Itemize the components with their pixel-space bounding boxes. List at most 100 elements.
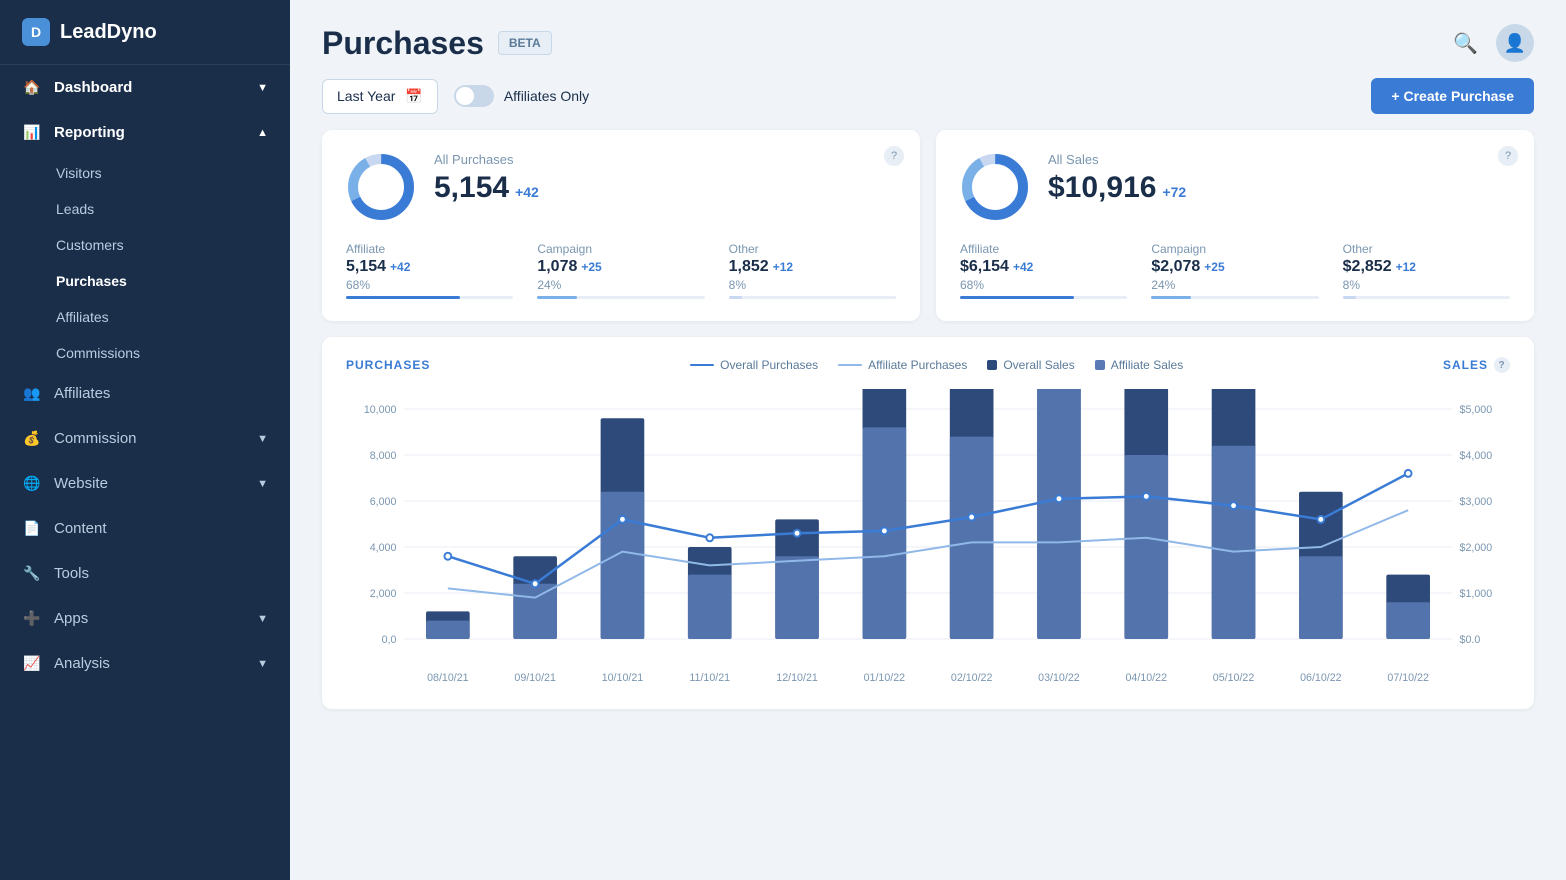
legend-square-affiliate-sales [1095,360,1105,370]
search-icon: 🔍 [1453,33,1478,55]
date-filter[interactable]: Last Year 📅 [322,79,438,114]
svg-text:$1,000: $1,000 [1460,588,1493,600]
chevron-down-icon: ▼ [257,82,268,94]
sales-other: Other $2,852+12 8% [1343,242,1510,299]
svg-text:12/10/21: 12/10/21 [776,672,818,684]
date-filter-label: Last Year [337,88,395,104]
calendar-icon: 📅 [405,88,422,105]
sidebar-item-customers[interactable]: Customers [0,227,290,263]
sidebar: D LeadDyno 🏠 Dashboard ▼ 📊 Reporting ▲ V… [0,0,290,880]
svg-text:8,000: 8,000 [370,450,397,462]
sidebar-item-leads[interactable]: Leads [0,191,290,227]
reporting-icon: 📊 [22,124,42,141]
chart-card: PURCHASES Overall Purchases Affiliate Pu… [322,337,1534,709]
purchases-campaign: Campaign 1,078+25 24% [537,242,704,299]
chevron-right-icon: ▼ [257,433,268,445]
legend-line-overall [690,364,714,366]
purchases-stat-card: ? All Purchases 5,154 +42 [322,130,920,321]
sidebar-label-leads: Leads [56,201,94,217]
sidebar-item-apps[interactable]: ➕ Apps ▼ [0,596,290,641]
sidebar-label-analysis: Analysis [54,655,110,672]
legend-label-affiliate-purchases: Affiliate Purchases [868,358,967,372]
svg-text:08/10/21: 08/10/21 [427,672,469,684]
main-content: Purchases BETA 🔍 👤 Last Year 📅 Affiliate… [290,0,1566,880]
sales-help-icon[interactable]: ? [1498,146,1518,166]
sidebar-label-content: Content [54,520,107,537]
purchases-value: 5,154 [434,171,509,205]
sidebar-item-affiliates-sub[interactable]: Affiliates [0,299,290,335]
sidebar-label-affiliates: Affiliates [54,385,110,402]
svg-text:2,000: 2,000 [370,588,397,600]
sidebar-item-reporting[interactable]: 📊 Reporting ▲ [0,110,290,155]
sidebar-item-content[interactable]: 📄 Content [0,506,290,551]
chevron-down-icon3: ▼ [257,613,268,625]
affiliates-only-label: Affiliates Only [504,88,589,104]
svg-text:$3,000: $3,000 [1460,496,1493,508]
stats-row: ? All Purchases 5,154 +42 [290,130,1566,337]
sidebar-item-analysis[interactable]: 📈 Analysis ▼ [0,641,290,686]
purchases-donut-chart [346,152,416,222]
sales-value: $10,916 [1048,171,1156,205]
website-icon: 🌐 [22,475,42,492]
sidebar-item-visitors[interactable]: Visitors [0,155,290,191]
svg-text:$5,000: $5,000 [1460,404,1493,416]
svg-text:01/10/22: 01/10/22 [864,672,906,684]
sales-card-header: All Sales $10,916 +72 [960,152,1510,222]
sales-help-icon2[interactable]: ? [1494,357,1510,373]
create-purchase-label: + Create Purchase [1391,88,1514,104]
create-purchase-button[interactable]: + Create Purchase [1371,78,1534,114]
sidebar-label-visitors: Visitors [56,165,102,181]
legend-line-affiliate [838,364,862,366]
purchases-help-icon[interactable]: ? [884,146,904,166]
sidebar-item-commissions[interactable]: Commissions [0,335,290,371]
legend-overall-purchases: Overall Purchases [690,358,818,372]
commission-icon: 💰 [22,430,42,447]
sidebar-item-affiliates[interactable]: 👥 Affiliates [0,371,290,416]
logo-icon: D [22,18,50,46]
affiliates-only-toggle[interactable] [454,85,494,107]
sales-affiliate: Affiliate $6,154+42 68% [960,242,1127,299]
chevron-down-icon2: ▼ [257,478,268,490]
toolbar: Last Year 📅 Affiliates Only + Create Pur… [290,78,1566,130]
svg-text:05/10/22: 05/10/22 [1213,672,1255,684]
purchases-other: Other 1,852+12 8% [729,242,896,299]
sales-breakdown: Affiliate $6,154+42 68% Campaign $2,078+… [960,242,1510,299]
apps-icon: ➕ [22,610,42,627]
legend-overall-sales: Overall Sales [987,358,1074,372]
brand-name: LeadDyno [60,21,157,44]
brand-logo[interactable]: D LeadDyno [0,0,290,65]
legend-label-overall-purchases: Overall Purchases [720,358,818,372]
sidebar-item-dashboard[interactable]: 🏠 Dashboard ▼ [0,65,290,110]
sidebar-label-commissions: Commissions [56,345,140,361]
svg-text:0,0: 0,0 [382,634,397,646]
sidebar-item-commission[interactable]: 💰 Commission ▼ [0,416,290,461]
legend-square-overall-sales [987,360,997,370]
analysis-icon: 📈 [22,655,42,672]
sales-delta: +72 [1162,184,1186,200]
sidebar-item-purchases[interactable]: Purchases [0,263,290,299]
purchases-main-stat: All Purchases 5,154 +42 [434,152,896,205]
svg-text:4,000: 4,000 [370,542,397,554]
search-button[interactable]: 🔍 [1453,31,1478,56]
purchases-label: All Purchases [434,152,896,167]
legend-affiliate-sales: Affiliate Sales [1095,358,1184,372]
main-chart-svg: 0,02,0004,0006,0008,00010,000$0.0$1,000$… [346,389,1510,689]
sidebar-item-website[interactable]: 🌐 Website ▼ [0,461,290,506]
sidebar-label-reporting: Reporting [54,124,125,141]
avatar[interactable]: 👤 [1496,24,1534,62]
svg-text:$4,000: $4,000 [1460,450,1493,462]
svg-text:$0.0: $0.0 [1460,634,1481,646]
sales-label: All Sales [1048,152,1510,167]
page-title: Purchases [322,25,484,62]
svg-text:11/10/21: 11/10/21 [689,672,730,684]
sidebar-label-dashboard: Dashboard [54,79,132,96]
avatar-icon: 👤 [1504,33,1526,54]
svg-text:06/10/22: 06/10/22 [1300,672,1342,684]
chart-container: 0,02,0004,0006,0008,00010,000$0.0$1,000$… [346,389,1510,689]
affiliates-only-toggle-group: Affiliates Only [454,85,589,107]
legend-label-affiliate-sales: Affiliate Sales [1111,358,1184,372]
sidebar-item-tools[interactable]: 🔧 Tools [0,551,290,596]
affiliates-icon: 👥 [22,385,42,402]
svg-text:09/10/21: 09/10/21 [514,672,556,684]
purchases-card-header: All Purchases 5,154 +42 [346,152,896,222]
